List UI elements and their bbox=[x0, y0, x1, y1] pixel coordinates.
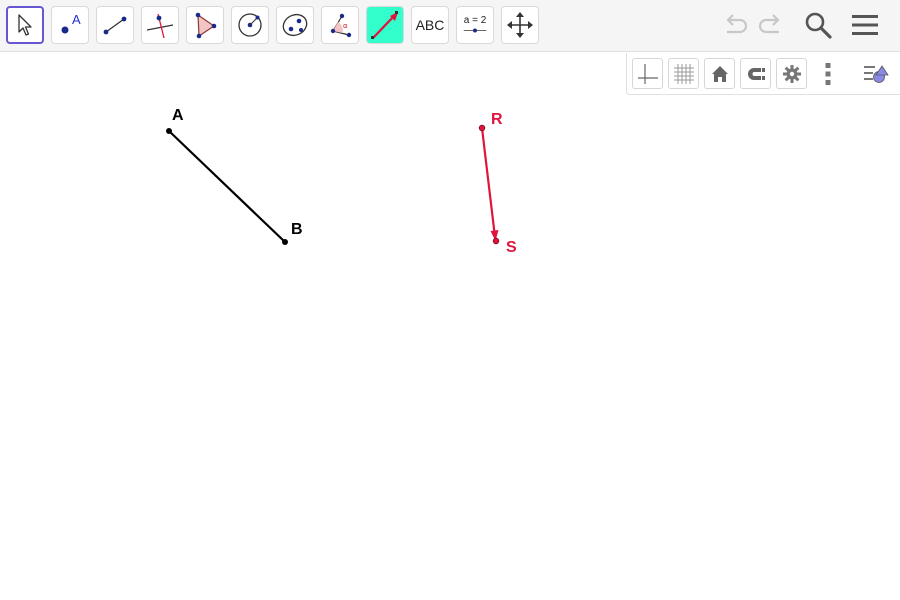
translate-vector-icon bbox=[371, 11, 398, 39]
hamburger-menu-icon bbox=[852, 15, 878, 35]
circle-center-point-icon bbox=[238, 13, 262, 37]
graphics-view[interactable]: A B R S bbox=[0, 53, 900, 600]
point-tool-label: A bbox=[72, 12, 81, 27]
search-button[interactable] bbox=[801, 8, 835, 42]
point-a[interactable] bbox=[166, 128, 172, 134]
main-menu-button[interactable] bbox=[848, 8, 882, 42]
ellipse-icon bbox=[282, 13, 308, 37]
style-bar-toggle-button[interactable] bbox=[860, 58, 891, 89]
point-tool-button[interactable]: A bbox=[51, 6, 89, 44]
move-graphics-view-tool-button[interactable] bbox=[501, 6, 539, 44]
point-capturing-icon bbox=[747, 67, 765, 80]
axes-icon bbox=[637, 63, 658, 84]
redo-button[interactable] bbox=[754, 8, 788, 42]
perpendicular-line-icon bbox=[146, 13, 174, 39]
translate-by-vector-tool-button[interactable] bbox=[366, 6, 404, 44]
undo-icon bbox=[726, 14, 748, 34]
move-view-icon bbox=[507, 12, 533, 38]
home-icon bbox=[711, 65, 728, 82]
polygon-tool-button[interactable] bbox=[186, 6, 224, 44]
point-r[interactable] bbox=[478, 124, 486, 132]
slider-tool-button[interactable]: a = 2 bbox=[456, 6, 494, 44]
graphics-view-canvas[interactable]: A B R S bbox=[0, 53, 900, 600]
angle-icon: α bbox=[330, 13, 352, 38]
point-a-label: A bbox=[172, 107, 184, 124]
text-tool-button[interactable]: ABC bbox=[411, 6, 449, 44]
search-icon bbox=[805, 12, 832, 39]
slider-icon bbox=[463, 28, 487, 32]
point-icon: A bbox=[61, 12, 81, 34]
slider-icon-label: a = 2 bbox=[463, 14, 487, 26]
point-b-label: B bbox=[291, 221, 303, 238]
move-tool-button[interactable] bbox=[6, 6, 44, 44]
polygon-icon bbox=[195, 12, 217, 39]
conic-tool-button[interactable] bbox=[276, 6, 314, 44]
grid-icon bbox=[673, 63, 694, 84]
vector-rs[interactable] bbox=[480, 127, 496, 234]
segment-ab[interactable] bbox=[168, 130, 286, 243]
angle-symbol: α bbox=[343, 22, 348, 30]
angle-tool-button[interactable]: α bbox=[321, 6, 359, 44]
undo-button[interactable] bbox=[718, 8, 752, 42]
graphics-style-bar bbox=[626, 53, 900, 95]
point-s[interactable] bbox=[492, 237, 500, 245]
segment-tool-button[interactable] bbox=[96, 6, 134, 44]
cursor-arrow-icon bbox=[18, 14, 32, 36]
point-capturing-button[interactable] bbox=[740, 58, 771, 89]
more-vert-icon bbox=[825, 62, 830, 85]
circle-tool-button[interactable] bbox=[231, 6, 269, 44]
standard-view-button[interactable] bbox=[704, 58, 735, 89]
perpendicular-line-tool-button[interactable] bbox=[141, 6, 179, 44]
toggle-grid-button[interactable] bbox=[668, 58, 699, 89]
segment-icon bbox=[103, 16, 127, 35]
toggle-axes-button[interactable] bbox=[632, 58, 663, 89]
settings-gear-icon bbox=[782, 64, 801, 83]
text-icon: ABC bbox=[415, 17, 445, 33]
graphics-settings-button[interactable] bbox=[776, 58, 807, 89]
more-options-button[interactable] bbox=[812, 58, 843, 89]
redo-icon bbox=[758, 14, 780, 34]
point-s-label: S bbox=[506, 239, 517, 256]
point-b[interactable] bbox=[282, 239, 288, 245]
point-r-label: R bbox=[491, 111, 503, 128]
toolbar: A α ABC a = 2 bbox=[0, 0, 900, 52]
style-bar-toggle-icon bbox=[863, 64, 889, 83]
